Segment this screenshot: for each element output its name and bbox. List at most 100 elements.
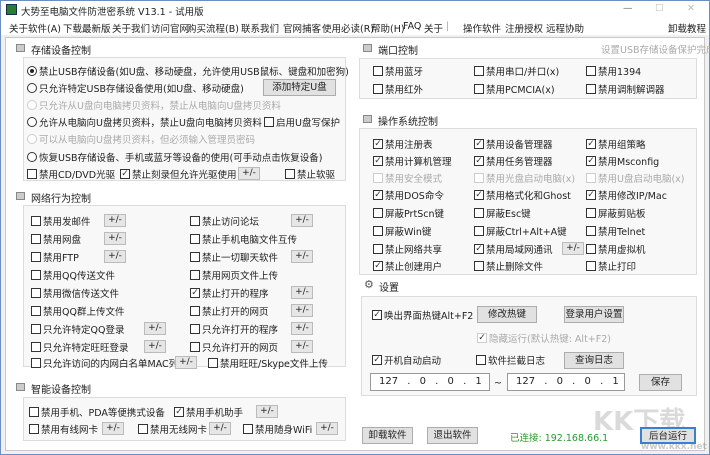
query-log-button[interactable]: 查询日志 (564, 352, 624, 369)
checkbox-box[interactable] (190, 215, 200, 226)
storage-option[interactable]: 允许从电脑向U盘拷贝资料，禁止U盘向电脑拷贝资料 (27, 115, 262, 129)
checkbox-box[interactable] (586, 260, 596, 271)
menu-item[interactable]: 注册授权 (505, 21, 543, 35)
checkbox-box[interactable] (586, 225, 596, 236)
edit-list-button[interactable]: +/- (291, 304, 313, 317)
network-option[interactable]: 禁用FTP (31, 250, 79, 264)
network-option[interactable]: 禁用网盘 (31, 232, 81, 246)
run-in-background-button[interactable]: 后台运行 (640, 427, 696, 444)
port-option[interactable]: 禁用调制解调器 (586, 82, 665, 96)
checkbox-box[interactable]: ✓ (372, 309, 382, 320)
os-option[interactable]: 禁止打印 (586, 259, 636, 273)
checkbox-box[interactable]: ✓ (190, 287, 200, 298)
checkbox-box[interactable]: ✓ (373, 155, 383, 166)
checkbox-box[interactable]: ✓ (373, 189, 383, 200)
disable-burn-checkbox[interactable]: ✓ 禁止刻录但允许光驱使用 (120, 167, 237, 181)
checkbox-box[interactable] (373, 207, 383, 218)
os-option[interactable]: 屏蔽剪贴板 (586, 206, 646, 220)
network-option[interactable]: 禁止打开的网页 (190, 304, 269, 318)
hotkey-checkbox[interactable]: ✓ 唤出界面热键Alt+F2 (372, 308, 473, 322)
os-option[interactable]: ✓ 禁用Msconfig (586, 154, 659, 168)
os-option[interactable]: 禁止网络共享 (373, 242, 442, 256)
menu-item[interactable]: 关于 (424, 21, 443, 35)
edit-list-button[interactable]: +/- (291, 214, 313, 227)
checkbox-box[interactable] (27, 168, 37, 179)
port-option[interactable]: 禁用PCMCIA(x) (474, 82, 555, 96)
os-option[interactable]: 禁用Telnet (586, 224, 645, 238)
checkbox-box[interactable]: ✓ (373, 260, 383, 271)
checkbox-box[interactable] (190, 269, 200, 280)
network-option[interactable]: 禁用QQ群上传文件 (31, 304, 124, 318)
checkbox-box[interactable] (586, 65, 596, 76)
checkbox-box[interactable]: ✓ (474, 155, 484, 166)
os-option[interactable]: ✓ 禁止创建用户 (373, 259, 442, 273)
os-option[interactable]: ✓ 禁用组策略 (586, 137, 646, 151)
login-user-settings-button[interactable]: 登录用户设置 (564, 306, 624, 323)
checkbox-box[interactable] (190, 341, 200, 352)
checkbox-box[interactable] (373, 65, 383, 76)
network-option[interactable]: 只允许特定QQ登录 (31, 322, 124, 336)
os-option[interactable]: ✓ 禁用格式化和Ghost (474, 188, 571, 202)
edit-list-button[interactable]: +/- (291, 340, 313, 353)
ip-end-input[interactable]: 127 . 0 . 0 . 1 (507, 373, 625, 391)
menu-uninstall-tutorial[interactable]: 卸载教程 (668, 21, 706, 35)
disable-wired-nic-checkbox[interactable]: 禁用有线网卡 (29, 422, 98, 436)
checkbox-box[interactable] (586, 243, 596, 254)
checkbox-box[interactable] (285, 168, 295, 179)
radio-button[interactable] (27, 151, 37, 162)
checkbox-box[interactable] (31, 215, 41, 226)
uninstall-software-button[interactable]: 卸载软件 (362, 427, 413, 444)
checkbox-box[interactable] (474, 65, 484, 76)
edit-list-button[interactable]: +/- (104, 214, 126, 227)
checkbox-box[interactable] (31, 233, 41, 244)
edit-list-button[interactable]: +/- (562, 242, 584, 255)
menu-item[interactable]: 购买流程(B) (187, 21, 239, 35)
checkbox-box[interactable]: ✓ (586, 138, 596, 149)
network-option[interactable]: 禁止一切聊天软件 (190, 250, 278, 264)
network-option[interactable]: 禁用发邮件 (31, 214, 91, 228)
disable-pda-checkbox[interactable]: 禁用手机、PDA等便携式设备 (29, 405, 165, 419)
network-option[interactable]: 只允许打开的程序 (190, 322, 278, 336)
edit-list-button[interactable]: +/- (209, 422, 231, 435)
network-option[interactable]: 禁止访问论坛 (190, 214, 259, 228)
os-option[interactable]: 屏蔽PrtScn键 (373, 206, 444, 220)
port-option[interactable]: 禁用蓝牙 (373, 64, 423, 78)
close-button[interactable]: ✕ (687, 3, 695, 14)
checkbox-box[interactable] (31, 323, 41, 334)
os-option[interactable]: ✓ 禁用修改IP/Mac (586, 188, 667, 202)
os-option[interactable]: 禁用虚拟机 (586, 242, 646, 256)
menu-item[interactable]: 远程协助 (546, 21, 584, 35)
checkbox-box[interactable] (138, 423, 148, 434)
menu-item[interactable]: 使用必读(R) (322, 21, 374, 35)
network-option[interactable]: 禁用微信传送文件 (31, 286, 119, 300)
menu-item[interactable]: 关于软件(A) (9, 21, 61, 35)
checkbox-box[interactable] (29, 406, 39, 417)
checkbox-box[interactable] (373, 83, 383, 94)
checkbox-box[interactable]: ✓ (174, 406, 184, 417)
checkbox-box[interactable] (373, 225, 383, 236)
checkbox-box[interactable] (31, 269, 41, 280)
checkbox-box[interactable] (474, 207, 484, 218)
menu-item[interactable]: 访问官网 (151, 21, 189, 35)
edit-list-button[interactable]: +/- (104, 250, 126, 263)
minimize-button[interactable]: — (623, 3, 633, 14)
checkbox-box[interactable]: ✓ (474, 189, 484, 200)
checkbox-box[interactable] (586, 207, 596, 218)
edit-list-button[interactable]: +/- (104, 232, 126, 245)
edit-list-button[interactable]: +/- (291, 286, 313, 299)
checkbox-box[interactable] (474, 260, 484, 271)
checkbox-box[interactable]: ✓ (474, 138, 484, 149)
network-option[interactable]: 禁用QQ传送文件 (31, 268, 115, 282)
checkbox-box[interactable] (586, 83, 596, 94)
checkbox-box[interactable] (474, 225, 484, 236)
checkbox-box[interactable] (31, 251, 41, 262)
checkbox-box[interactable] (474, 172, 484, 183)
edit-list-button[interactable]: +/- (144, 340, 166, 353)
radio-button[interactable] (27, 133, 37, 144)
edit-list-button[interactable]: +/- (256, 405, 278, 418)
checkbox-box[interactable] (31, 287, 41, 298)
radio-button[interactable] (27, 82, 37, 93)
checkbox-box[interactable] (31, 305, 41, 316)
ip-start-input[interactable]: 127 . 0 . 0 . 1 (370, 373, 490, 391)
checkbox-box[interactable]: ✓ (474, 243, 484, 254)
